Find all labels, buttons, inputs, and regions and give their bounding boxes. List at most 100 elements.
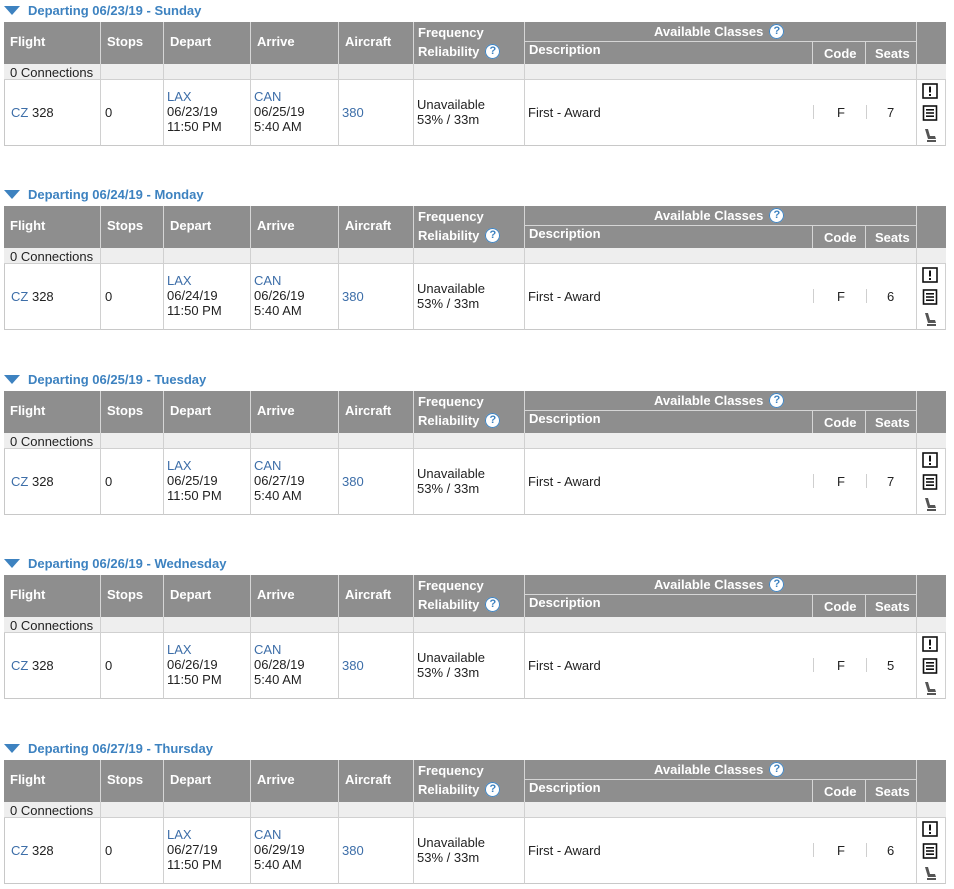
col-arrive-header: Arrive [251,22,339,64]
available-classes-help-icon[interactable]: ? [769,577,785,592]
seat-icon[interactable] [922,496,938,512]
reliability-help-icon[interactable]: ? [485,228,501,243]
aircraft-link[interactable]: 380 [342,105,364,120]
reliability-help-icon[interactable]: ? [485,413,501,428]
col-code-header: Code [813,226,866,248]
alert-icon[interactable] [922,636,938,652]
col-seats-label: Seats [875,46,910,61]
arrive-airport-link[interactable]: CAN [254,458,281,473]
arrive-date: 06/25/19 [254,104,305,119]
col-flight-label: Flight [10,34,46,49]
aircraft-link[interactable]: 380 [342,658,364,673]
notes-icon[interactable] [922,105,938,121]
depart-cell: LAX 06/25/19 11:50 PM [164,449,251,515]
reliability-value: 53% / 33m [417,296,480,311]
collapse-triangle-icon[interactable] [4,5,20,15]
reliability-help-icon[interactable]: ? [485,782,501,797]
stops-cell: 0 [101,264,164,330]
alert-icon[interactable] [922,452,938,468]
notes-icon[interactable] [922,843,938,859]
col-flight-header: Flight [4,391,101,433]
airline-code-link[interactable]: CZ [11,105,28,120]
connections-row: 0 Connections [4,802,946,818]
aircraft-link[interactable]: 380 [342,474,364,489]
col-seats-label: Seats [875,415,910,430]
actions-cell [917,449,946,515]
col-frequency-label: Frequency [418,763,484,778]
arrive-date: 06/28/19 [254,657,305,672]
arrive-time: 5:40 AM [254,672,302,687]
col-frequency-label: Frequency [418,394,484,409]
alert-icon[interactable] [922,821,938,837]
flight-table: Flight Stops Depart Arrive Aircraft Freq… [4,206,946,330]
stops-value: 0 [105,289,113,304]
depart-airport-link[interactable]: LAX [167,89,192,104]
frequency-value: Unavailable [417,650,485,665]
arrive-airport-link[interactable]: CAN [254,89,281,104]
depart-time: 11:50 PM [167,857,222,872]
alert-icon[interactable] [922,83,938,99]
arrive-airport-link[interactable]: CAN [254,827,281,842]
seat-icon[interactable] [922,311,938,327]
aircraft-link[interactable]: 380 [342,289,364,304]
collapse-triangle-icon[interactable] [4,743,20,753]
reliability-help-icon[interactable]: ? [485,44,501,59]
airline-code-link[interactable]: CZ [11,474,28,489]
col-depart-label: Depart [170,34,212,49]
aircraft-link[interactable]: 380 [342,843,364,858]
class-seats: 7 [887,474,895,489]
flight-table: Flight Stops Depart Arrive Aircraft Freq… [4,575,946,699]
col-description-header: Description [525,780,813,802]
depart-airport-link[interactable]: LAX [167,642,192,657]
flight-cell: CZ 328 [4,264,101,330]
depart-airport-link[interactable]: LAX [167,458,192,473]
seat-icon[interactable] [922,127,938,143]
col-aircraft-header: Aircraft [339,760,414,802]
flight-number: 328 [31,843,54,858]
day-header-toggle[interactable]: Departing 06/25/19 - Tuesday [4,369,206,389]
stops-cell: 0 [101,80,164,146]
airline-code-link[interactable]: CZ [11,843,28,858]
notes-icon[interactable] [922,289,938,305]
available-classes-label: Available Classes [654,762,764,777]
aircraft-cell: 380 [339,633,414,699]
available-classes-help-icon[interactable]: ? [769,24,785,39]
collapse-triangle-icon[interactable] [4,558,20,568]
notes-icon[interactable] [922,658,938,674]
reliability-value: 53% / 33m [417,481,480,496]
collapse-triangle-icon[interactable] [4,189,20,199]
available-classes-help-icon[interactable]: ? [769,762,785,777]
airline-code-link[interactable]: CZ [11,658,28,673]
class-code: F [837,843,845,858]
col-depart-label: Depart [170,403,212,418]
frequency-value: Unavailable [417,835,485,850]
available-classes-header: Available Classes? [525,760,917,780]
day-header-label: Departing 06/26/19 - Wednesday [28,555,227,571]
day-header-toggle[interactable]: Departing 06/26/19 - Wednesday [4,553,226,573]
depart-date: 06/27/19 [167,842,218,857]
notes-icon[interactable] [922,474,938,490]
airline-code-link[interactable]: CZ [11,289,28,304]
col-depart-header: Depart [164,760,251,802]
day-header-toggle[interactable]: Departing 06/24/19 - Monday [4,184,204,204]
arrive-airport-link[interactable]: CAN [254,642,281,657]
flight-number: 328 [31,658,54,673]
col-depart-header: Depart [164,22,251,64]
class-description: First - Award [528,105,601,120]
class-cell: First - Award F 6 [525,264,917,330]
depart-airport-link[interactable]: LAX [167,827,192,842]
aircraft-cell: 380 [339,264,414,330]
seat-icon[interactable] [922,865,938,881]
col-depart-header: Depart [164,575,251,617]
collapse-triangle-icon[interactable] [4,374,20,384]
depart-airport-link[interactable]: LAX [167,273,192,288]
alert-icon[interactable] [922,267,938,283]
reliability-help-icon[interactable]: ? [485,597,501,612]
day-header-toggle[interactable]: Departing 06/23/19 - Sunday [4,0,201,20]
available-classes-help-icon[interactable]: ? [769,208,785,223]
arrive-airport-link[interactable]: CAN [254,273,281,288]
day-header-toggle[interactable]: Departing 06/27/19 - Thursday [4,738,213,758]
col-code-label: Code [824,230,857,245]
seat-icon[interactable] [922,680,938,696]
available-classes-help-icon[interactable]: ? [769,393,785,408]
